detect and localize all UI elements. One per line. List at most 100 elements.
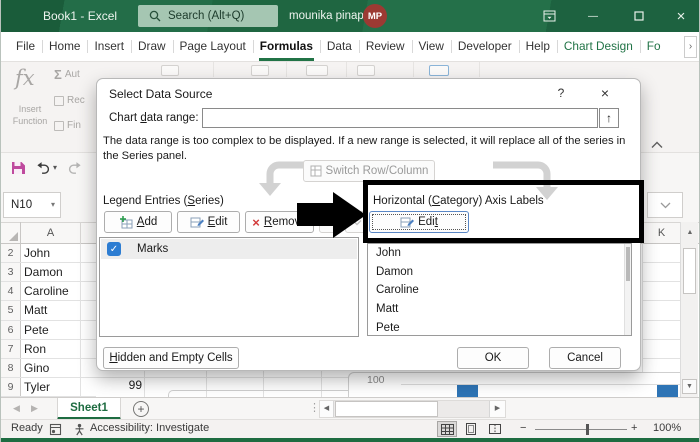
cell-a6[interactable]: Pete xyxy=(21,320,81,339)
cell-a9[interactable]: Tyler xyxy=(21,377,81,396)
row-header[interactable]: 9 xyxy=(1,377,21,396)
minimize-button[interactable]: — xyxy=(577,0,609,32)
list-item[interactable]: John xyxy=(368,244,631,263)
column-header-a[interactable]: A xyxy=(21,222,81,244)
cell-b7[interactable] xyxy=(81,340,96,358)
scroll-up-icon[interactable]: ▲ xyxy=(683,226,697,240)
name-box[interactable]: N10 ▾ xyxy=(3,192,61,218)
avatar[interactable]: MP xyxy=(363,4,387,28)
chart-fragment[interactable]: 100 xyxy=(348,372,695,398)
tab-formulas[interactable]: Formulas xyxy=(252,32,320,61)
tab-chart-design[interactable]: Chart Design xyxy=(556,32,640,61)
cell-b6[interactable] xyxy=(81,321,96,339)
cell-a7[interactable]: Ron xyxy=(21,339,81,358)
tab-page-layout[interactable]: Page Layout xyxy=(172,32,253,61)
row-header[interactable]: 8 xyxy=(1,358,21,377)
list-scrollbar-thumb[interactable] xyxy=(626,247,630,281)
list-item[interactable]: Caroline xyxy=(368,281,631,300)
edit-series-button[interactable]: Edit xyxy=(177,211,240,233)
edit-axis-labels-button[interactable]: Edit xyxy=(369,211,469,233)
zoom-out-button[interactable]: − xyxy=(520,422,526,434)
tab-draw[interactable]: Draw xyxy=(131,32,173,61)
zoom-slider-track[interactable] xyxy=(535,429,627,430)
zoom-in-button[interactable]: + xyxy=(631,422,637,434)
fx-icon[interactable]: fx xyxy=(15,66,35,90)
zoom-level[interactable]: 100% xyxy=(653,422,681,434)
recently-used-button[interactable]: Rec xyxy=(54,95,85,106)
column-header-k[interactable]: K xyxy=(642,222,680,244)
dialog-help-button[interactable]: ? xyxy=(547,83,575,103)
undo-icon[interactable] xyxy=(35,161,51,176)
axis-labels-list[interactable]: John Damon Caroline Matt Pete xyxy=(367,243,632,336)
cell-b8[interactable] xyxy=(81,359,96,377)
tab-developer[interactable]: Developer xyxy=(450,32,519,61)
page-layout-view-button[interactable] xyxy=(461,421,481,437)
tab-view[interactable]: View xyxy=(411,32,451,61)
prev-sheet-icon[interactable]: ◀ xyxy=(13,403,20,414)
tab-help[interactable]: Help xyxy=(518,32,557,61)
horizontal-scrollbar-thumb[interactable] xyxy=(335,401,438,417)
scroll-down-icon[interactable]: ▼ xyxy=(682,379,697,394)
row-header[interactable]: 5 xyxy=(1,301,21,320)
sheet-grid-left[interactable]: 2 John 3 Damon 4 Caroline 5 Matt 6 Pete 7 Ron … xyxy=(1,244,96,397)
switch-row-column-button[interactable]: Switch Row/Column xyxy=(303,160,435,182)
search-box[interactable]: Search (Alt+Q) xyxy=(138,5,278,27)
move-series-down-button[interactable] xyxy=(345,211,368,233)
move-series-up-button[interactable] xyxy=(319,211,342,233)
row-header[interactable]: 2 xyxy=(1,244,21,263)
cell-b4[interactable] xyxy=(81,282,96,300)
cell-b9-value[interactable]: 99 xyxy=(114,378,142,392)
chart-data-range-input[interactable] xyxy=(202,108,598,128)
row-header[interactable]: 4 xyxy=(1,282,21,301)
cancel-button[interactable]: Cancel xyxy=(549,347,621,369)
page-break-preview-button[interactable] xyxy=(485,421,505,437)
formula-bar-expand-button[interactable] xyxy=(647,192,683,218)
close-button[interactable]: × xyxy=(665,0,697,32)
legend-entries-list[interactable]: ✓ Marks xyxy=(99,237,359,337)
row-header[interactable]: 6 xyxy=(1,320,21,339)
tab-insert[interactable]: Insert xyxy=(87,32,131,61)
dialog-close-button[interactable]: × xyxy=(591,83,619,103)
tab-data[interactable]: Data xyxy=(319,32,359,61)
scroll-right-icon[interactable]: ▶ xyxy=(489,401,505,417)
cell-a3[interactable]: Damon xyxy=(21,263,81,282)
cell-a5[interactable]: Matt xyxy=(21,301,81,320)
cell-a4[interactable]: Caroline xyxy=(21,282,81,301)
select-all-corner[interactable] xyxy=(1,222,21,244)
cell-b3[interactable] xyxy=(81,263,96,281)
range-selector-button[interactable]: ↑ xyxy=(599,108,619,128)
financial-button[interactable]: Fin xyxy=(54,120,81,131)
window-edge-chevron[interactable]: › xyxy=(684,36,697,58)
remove-series-button[interactable]: × Remove xyxy=(245,211,314,233)
cell-a2[interactable]: John xyxy=(21,244,81,263)
cell-b5[interactable] xyxy=(81,301,96,319)
row-header[interactable]: 7 xyxy=(1,339,21,358)
checkbox-checked-icon[interactable]: ✓ xyxy=(107,242,121,256)
save-icon[interactable] xyxy=(10,160,26,176)
new-sheet-button[interactable]: + xyxy=(133,401,149,417)
tab-file[interactable]: File xyxy=(9,32,42,61)
list-item[interactable]: Pete xyxy=(368,318,631,337)
maximize-button[interactable] xyxy=(623,0,655,32)
tab-format-clipped[interactable]: Fo xyxy=(639,32,668,61)
list-item[interactable]: Matt xyxy=(368,300,631,319)
macro-record-icon[interactable] xyxy=(49,423,62,436)
next-sheet-icon[interactable]: ▶ xyxy=(31,403,38,414)
cell-b2[interactable] xyxy=(81,244,96,262)
cell-a8[interactable]: Gino xyxy=(21,358,81,377)
vertical-scrollbar-thumb[interactable] xyxy=(683,248,696,294)
hidden-and-empty-cells-button[interactable]: Hidden and Empty Cells xyxy=(103,347,239,369)
scroll-left-icon[interactable]: ◀ xyxy=(320,401,334,417)
tab-review[interactable]: Review xyxy=(358,32,412,61)
undo-dropdown-icon[interactable]: ▾ xyxy=(53,163,57,172)
vertical-scrollbar[interactable]: ▲ ▼ xyxy=(680,222,698,397)
ok-button[interactable]: OK xyxy=(457,347,529,369)
zoom-slider-thumb[interactable] xyxy=(586,424,589,435)
series-list-item[interactable]: ✓ Marks xyxy=(101,239,357,259)
list-item[interactable]: Damon xyxy=(368,263,631,282)
autosum-button[interactable]: Σ Aut xyxy=(54,67,80,82)
add-series-button[interactable]: Add xyxy=(104,211,172,233)
collapse-ribbon-button[interactable] xyxy=(651,136,663,154)
insert-function-label[interactable]: Insert Function xyxy=(1,104,59,127)
sheet-tab-sheet1[interactable]: Sheet1 xyxy=(57,398,121,420)
